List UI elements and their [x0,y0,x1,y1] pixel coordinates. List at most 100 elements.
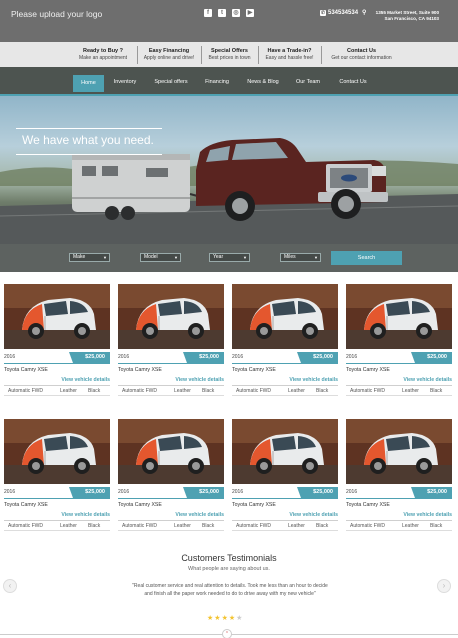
testimonial-next-arrow[interactable]: › [437,579,451,593]
nav-contact-us[interactable]: Contact Us [332,74,374,90]
vehicle-card[interactable]: 2016 $25,000 Toyota Camry XSE View vehicle … [4,419,110,531]
view-details-link[interactable]: View vehicle details [175,377,224,383]
vehicle-photo[interactable] [118,419,224,484]
card-divider [346,520,452,521]
social-links: f t ◎ ▶ [204,9,254,17]
vehicle-interior: Leather [60,388,77,394]
vehicle-interior: Leather [174,388,191,394]
vehicle-transmission: Automatic FWD [350,523,386,529]
make-select[interactable]: Make ▼ [69,253,110,262]
model-select[interactable]: Model ▼ [140,253,181,262]
view-details-link[interactable]: View vehicle details [289,512,338,518]
vehicle-name[interactable]: Toyota Camry XSE [4,367,48,373]
info-item-trade-in[interactable]: Have a Trade-in? Easy and hassle free! [258,46,320,64]
testimonial-prev-arrow[interactable]: ‹ [3,579,17,593]
vehicle-price: $25,000 [187,352,224,363]
vehicle-year: 2016 [118,489,130,495]
vehicle-price: $25,000 [415,487,452,498]
nav-special-offers[interactable]: Special offers [148,74,194,90]
vehicle-card[interactable]: 2016 $25,000 Toyota Camry XSE View vehicle … [232,284,338,396]
address-text: 1355 Market Street, Suite 900 San Franci… [375,10,439,21]
vehicle-transmission: Automatic FWD [350,388,386,394]
vehicle-photo[interactable] [4,419,110,484]
smart-car-image [118,284,224,349]
view-details-link[interactable]: View vehicle details [61,377,110,383]
vehicle-transmission: Automatic FWD [122,388,158,394]
chevron-down-icon: ▼ [103,255,107,260]
vehicle-photo[interactable] [118,284,224,349]
nav-inventory[interactable]: Inventory [108,74,142,90]
vehicle-price: $25,000 [301,352,338,363]
info-item-special-offers[interactable]: Special Offers Best prices in town [201,46,257,64]
vehicle-card[interactable]: 2016 $25,000 Toyota Camry XSE View vehicle … [118,284,224,396]
vehicle-card[interactable]: 2016 $25,000 Toyota Camry XSE View vehicle … [346,284,452,396]
miles-select[interactable]: Miles ▼ [280,253,321,262]
view-details-link[interactable]: View vehicle details [403,377,452,383]
nav-financing[interactable]: Financing [199,74,235,90]
vehicle-price: $25,000 [187,487,224,498]
card-divider [118,385,224,386]
view-details-link[interactable]: View vehicle details [289,377,338,383]
vehicle-card[interactable]: 2016 $25,000 Toyota Camry XSE View vehicle … [346,419,452,531]
info-subtitle: Apply online and drive! [143,55,195,61]
star-icon: ★ [236,615,244,622]
make-select-label: Make [73,254,86,260]
card-divider [4,385,110,386]
vehicle-name[interactable]: Toyota Camry XSE [118,502,162,508]
nav-our-team[interactable]: Our Team [290,74,326,90]
card-divider [118,520,224,521]
smart-car-image [4,419,110,484]
vehicle-name[interactable]: Toyota Camry XSE [232,502,276,508]
vehicle-name[interactable]: Toyota Camry XSE [346,502,390,508]
card-divider [4,363,110,364]
site-logo[interactable]: Please upload your logo [11,9,102,19]
chevron-down-icon: ▼ [174,255,178,260]
smart-car-image [346,419,452,484]
view-details-link[interactable]: View vehicle details [175,512,224,518]
vehicle-card[interactable]: 2016 $25,000 Toyota Camry XSE View vehicle … [118,419,224,531]
info-title: Easy Financing [148,48,190,54]
star-icon: ★ [221,615,229,622]
info-item-ready-to-buy[interactable]: Ready to Buy ? Make an appointment [70,46,136,64]
vehicle-photo[interactable] [232,419,338,484]
info-item-contact[interactable]: Contact Us Get our contact information [321,46,401,64]
card-divider [232,498,338,499]
vehicle-card[interactable]: 2016 $25,000 Toyota Camry XSE View vehicle … [4,284,110,396]
vehicle-name[interactable]: Toyota Camry XSE [4,502,48,508]
smart-car-image [4,284,110,349]
vehicle-color: Black [316,388,329,394]
vehicle-photo[interactable] [346,419,452,484]
card-divider [4,530,110,531]
vehicle-name[interactable]: Toyota Camry XSE [346,367,390,373]
vehicle-interior: Leather [60,523,77,529]
twitter-icon[interactable]: t [218,9,226,17]
vehicle-interior: Leather [402,388,419,394]
testimonials-title: Customers Testimonials [181,553,277,563]
facebook-icon[interactable]: f [204,9,212,17]
view-details-link[interactable]: View vehicle details [403,512,452,518]
vehicle-name[interactable]: Toyota Camry XSE [118,367,162,373]
scroll-top-icon[interactable]: ⌃ [222,629,232,638]
info-title: Special Offers [211,48,248,54]
vehicle-photo[interactable] [4,284,110,349]
vehicle-name[interactable]: Toyota Camry XSE [232,367,276,373]
vehicle-color: Black [202,523,215,529]
model-select-label: Model [144,254,158,260]
year-select[interactable]: Year ▼ [209,253,250,262]
card-divider [346,363,452,364]
vehicle-color: Black [202,388,215,394]
phone-number[interactable]: 534534534 [328,10,358,16]
info-item-easy-financing[interactable]: Easy Financing Apply online and drive! [137,46,200,64]
rating-stars: ★★★★★ [207,614,243,622]
nav-news-blog[interactable]: News & Blog [241,74,285,90]
vehicle-photo[interactable] [232,284,338,349]
nav-home[interactable]: Home [73,75,104,92]
view-details-link[interactable]: View vehicle details [61,512,110,518]
search-button[interactable]: Search [331,251,402,265]
card-divider [346,530,452,531]
vehicle-card[interactable]: 2016 $25,000 Toyota Camry XSE View vehicle … [232,419,338,531]
youtube-icon[interactable]: ▶ [246,9,254,17]
card-divider [346,395,452,396]
vehicle-photo[interactable] [346,284,452,349]
instagram-icon[interactable]: ◎ [232,9,240,17]
